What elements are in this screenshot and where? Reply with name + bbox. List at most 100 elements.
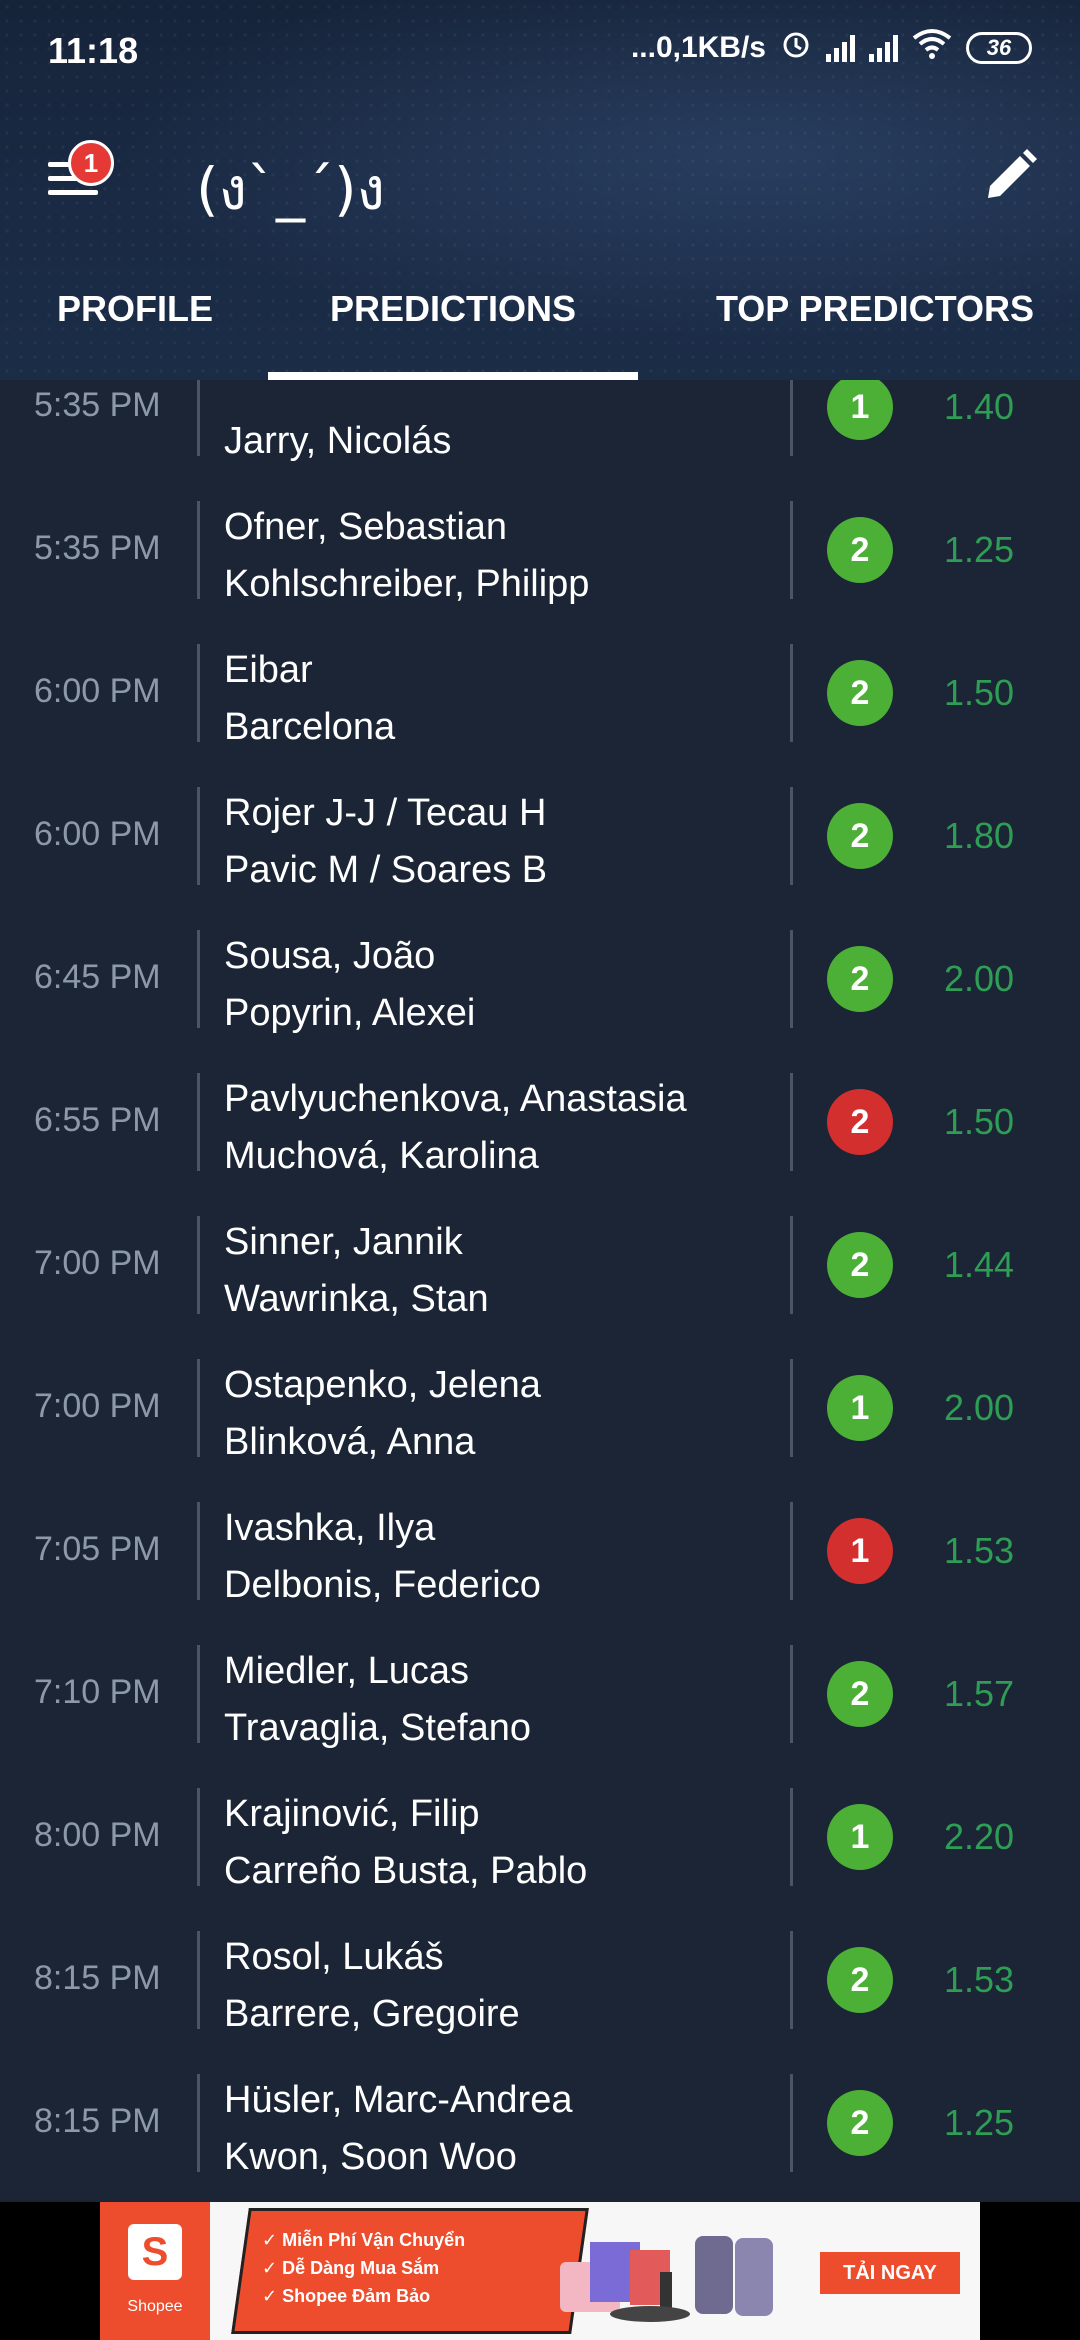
- match-teams: Eibar Barcelona: [224, 642, 395, 756]
- predictions-list[interactable]: 5:35 PM Jarry, Nicolás 1 1.40 5:35 PM Of…: [0, 336, 1080, 2195]
- odds-value: 1.53: [944, 1530, 1015, 1571]
- team-away: Kwon, Soon Woo: [224, 2136, 517, 2178]
- match-teams: Miedler, Lucas Travaglia, Stefano: [224, 1643, 531, 1757]
- team-home: Rojer J-J / Tecau H: [224, 792, 547, 834]
- app-bar: 1 (ง`_´)ง: [0, 120, 1080, 240]
- app-header: 11:18 ...0,1KB/s 36 1 (ง`_´)ง PROFILE PR…: [0, 0, 1080, 380]
- list-item[interactable]: 7:05 PM Ivashka, Ilya Delbonis, Federico …: [0, 1480, 1080, 1623]
- divider: [197, 501, 200, 599]
- network-speed: ...0,1KB/s: [630, 31, 766, 64]
- signal-icon: [869, 34, 898, 62]
- match-time: 8:15 PM: [34, 2102, 161, 2140]
- divider: [790, 1645, 793, 1743]
- list-item[interactable]: 6:45 PM Sousa, João Popyrin, Alexei 2 2.0…: [0, 908, 1080, 1051]
- pick-badge: 2: [827, 1232, 893, 1298]
- pencil-icon: [988, 149, 1037, 198]
- odds-value: 1.53: [944, 1959, 1015, 2000]
- pick-badge: 2: [827, 1661, 893, 1727]
- list-item[interactable]: 5:35 PM Ofner, Sebastian Kohlschreiber, P…: [0, 479, 1080, 622]
- list-item[interactable]: 8:00 PM Krajinović, Filip Carreño Busta, …: [0, 1766, 1080, 1909]
- divider: [197, 1502, 200, 1600]
- pick-badge: 2: [827, 1089, 893, 1155]
- pick-badge: 2: [827, 1947, 893, 2013]
- tab-predictions[interactable]: PREDICTIONS: [268, 288, 638, 330]
- divider: [790, 1502, 793, 1600]
- ad-promo-lines: ✓ Miễn Phí Vận Chuyển ✓ Dễ Dàng Mua Sắm …: [262, 2226, 465, 2310]
- tab-profile[interactable]: PROFILE: [40, 288, 230, 330]
- match-teams: Ivashka, Ilya Delbonis, Federico: [224, 1500, 541, 1614]
- list-item[interactable]: 7:00 PM Sinner, Jannik Wawrinka, Stan 2 1…: [0, 1194, 1080, 1337]
- active-tab-indicator: [268, 372, 638, 380]
- divider: [790, 1073, 793, 1171]
- match-teams: Ostapenko, Jelena Blinková, Anna: [224, 1357, 541, 1471]
- divider: [197, 930, 200, 1028]
- divider: [790, 2074, 793, 2172]
- tab-top-predictors[interactable]: TOP PREDICTORS: [690, 288, 1060, 330]
- odds-value: 1.50: [944, 1101, 1015, 1142]
- divider: [197, 1645, 200, 1743]
- match-teams: Hüsler, Marc-Andrea Kwon, Soon Woo: [224, 2072, 572, 2186]
- ad-banner[interactable]: S Shopee ✓ Miễn Phí Vận Chuyển ✓ Dễ Dàng…: [100, 2202, 980, 2340]
- list-item[interactable]: 8:15 PM Hüsler, Marc-Andrea Kwon, Soon Wo…: [0, 2052, 1080, 2195]
- odds-value: 2.00: [944, 1387, 1015, 1428]
- team-home: Ostapenko, Jelena: [224, 1364, 541, 1406]
- divider: [790, 930, 793, 1028]
- list-item[interactable]: 6:00 PM Eibar Barcelona 2 1.50: [0, 622, 1080, 765]
- pick-badge: 1: [827, 1375, 893, 1441]
- team-home: Rosol, Lukáš: [224, 1936, 444, 1978]
- alarm-icon: [780, 28, 812, 68]
- odds-value: 1.57: [944, 1673, 1015, 1714]
- edit-button[interactable]: [974, 142, 1044, 212]
- ad-line: ✓ Dễ Dàng Mua Sắm: [262, 2258, 440, 2278]
- team-home: Sinner, Jannik: [224, 1221, 463, 1263]
- pick-badge: 2: [827, 2090, 893, 2156]
- team-away: Popyrin, Alexei: [224, 992, 476, 1034]
- list-item[interactable]: 6:00 PM Rojer J-J / Tecau H Pavic M / Soa…: [0, 765, 1080, 908]
- app-title: (ง`_´)ง: [196, 155, 385, 223]
- divider: [197, 1073, 200, 1171]
- odds-value: 1.25: [944, 2102, 1015, 2143]
- list-item[interactable]: 7:00 PM Ostapenko, Jelena Blinková, Anna …: [0, 1337, 1080, 1480]
- list-item[interactable]: 8:15 PM Rosol, Lukáš Barrere, Gregoire 2 …: [0, 1909, 1080, 2052]
- divider: [790, 1931, 793, 2029]
- divider: [790, 1359, 793, 1457]
- status-time: 11:18: [48, 30, 139, 71]
- match-teams: Sinner, Jannik Wawrinka, Stan: [224, 1214, 489, 1328]
- pick-badge: 2: [827, 660, 893, 726]
- status-icons: ...0,1KB/s 36: [631, 28, 1032, 68]
- team-home: Pavlyuchenkova, Anastasia: [224, 1078, 687, 1120]
- team-home: Sousa, João: [224, 935, 436, 977]
- ad-banner-container: S Shopee ✓ Miễn Phí Vận Chuyển ✓ Dễ Dàng…: [0, 2202, 1080, 2340]
- list-item[interactable]: 7:10 PM Miedler, Lucas Travaglia, Stefano…: [0, 1623, 1080, 1766]
- odds-value: 1.50: [944, 672, 1015, 713]
- odds-value: 2.00: [944, 958, 1015, 999]
- ad-products-image: [560, 2236, 773, 2322]
- match-time: 6:00 PM: [34, 672, 161, 710]
- team-away: Jarry, Nicolás: [224, 420, 452, 462]
- odds-value: 1.25: [944, 529, 1015, 570]
- team-away: Carreño Busta, Pablo: [224, 1850, 588, 1892]
- divider: [197, 787, 200, 885]
- list-item[interactable]: 6:55 PM Pavlyuchenkova, Anastasia Muchová…: [0, 1051, 1080, 1194]
- match-teams: Pavlyuchenkova, Anastasia Muchová, Karoli…: [224, 1071, 687, 1185]
- menu-button[interactable]: 1: [48, 140, 114, 208]
- team-away: Blinková, Anna: [224, 1421, 476, 1463]
- match-teams: Sousa, João Popyrin, Alexei: [224, 928, 475, 1042]
- divider: [790, 1788, 793, 1886]
- divider: [197, 1931, 200, 2029]
- shopee-logo: S Shopee: [100, 2202, 210, 2340]
- match-time: 7:00 PM: [34, 1244, 161, 1282]
- pick-badge: 1: [827, 374, 893, 440]
- match-teams: Krajinović, Filip Carreño Busta, Pablo: [224, 1786, 587, 1900]
- notification-badge: 1: [68, 140, 114, 186]
- odds-value: 1.44: [944, 1244, 1015, 1285]
- divider: [790, 1216, 793, 1314]
- odds-value: 1.40: [944, 386, 1015, 427]
- divider: [790, 787, 793, 885]
- ad-line: ✓ Shopee Đảm Bảo: [262, 2286, 431, 2306]
- divider: [197, 2074, 200, 2172]
- pick-badge: 2: [827, 803, 893, 869]
- install-button[interactable]: TẢI NGAY: [820, 2252, 960, 2294]
- team-home: Ivashka, Ilya: [224, 1507, 436, 1549]
- match-time: 7:10 PM: [34, 1673, 161, 1711]
